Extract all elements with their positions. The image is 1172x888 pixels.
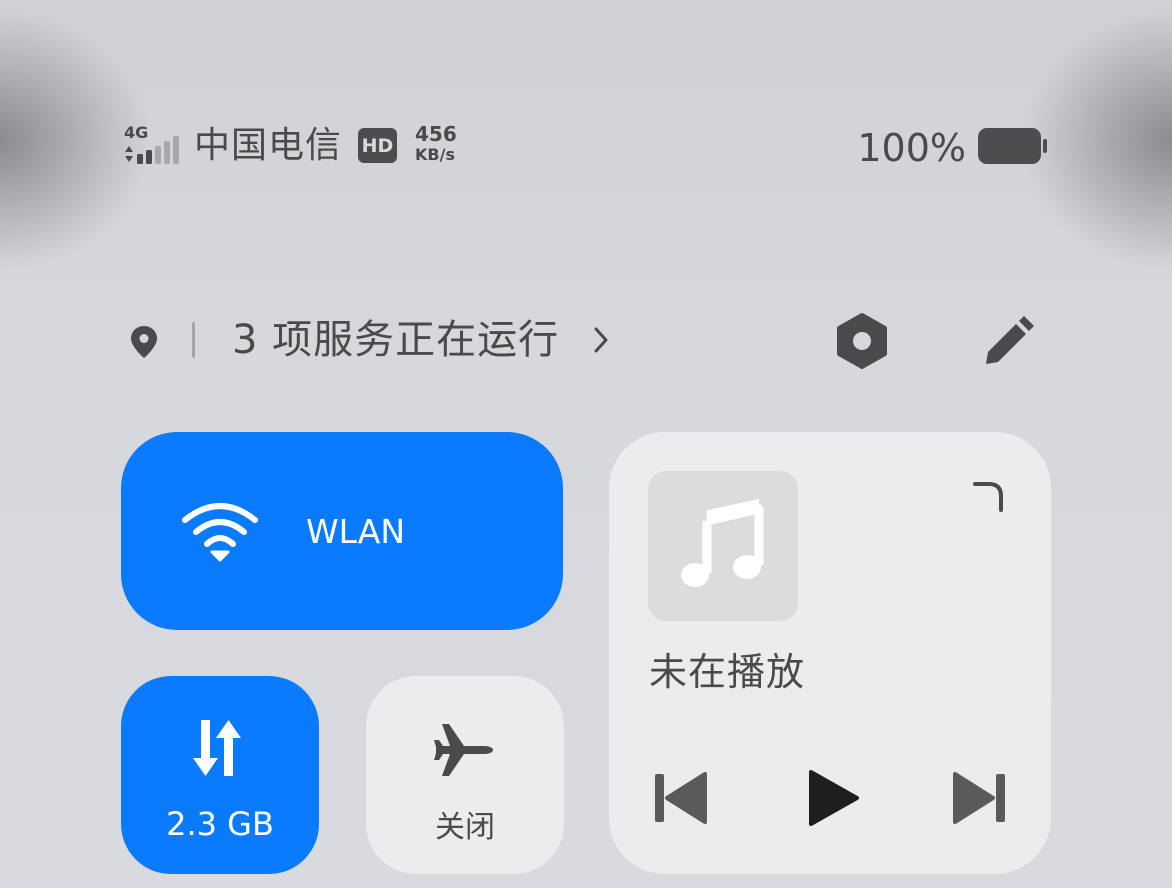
network-speed: 456 KB/s: [415, 123, 475, 165]
edit-icon[interactable]: [982, 314, 1036, 368]
wlan-toggle-tile[interactable]: WLAN: [121, 432, 563, 630]
battery-icon: [978, 128, 1047, 164]
data-transfer-icon: [193, 720, 241, 776]
expand-icon[interactable]: [971, 478, 1007, 514]
media-player-card[interactable]: 未在播放: [609, 432, 1051, 874]
cellular-signal: 4G: [124, 124, 186, 166]
location-icon[interactable]: [128, 324, 160, 360]
wifi-icon: [182, 503, 258, 562]
signal-bars-icon: [125, 136, 179, 164]
play-icon[interactable]: [807, 768, 861, 828]
airplane-icon: [434, 724, 493, 776]
previous-icon[interactable]: [651, 770, 709, 826]
chevron-right-icon[interactable]: [592, 324, 610, 356]
music-note-icon: [681, 499, 764, 587]
wlan-label: WLAN: [306, 512, 406, 551]
speed-value: 456: [415, 122, 457, 146]
mobile-data-tile[interactable]: 2.3 GB: [121, 676, 319, 874]
status-bar: 4G 中国电信 HD 456 KB/s 100%: [0, 0, 1172, 200]
airplane-mode-label: 关闭: [435, 810, 495, 845]
playback-status: 未在播放: [649, 650, 806, 694]
speed-unit: KB/s: [415, 145, 455, 164]
running-services-text[interactable]: 3 项服务正在运行: [232, 314, 559, 366]
settings-icon[interactable]: [834, 312, 890, 370]
airplane-mode-tile[interactable]: 关闭: [366, 676, 564, 874]
hd-badge: HD: [358, 128, 397, 163]
battery-percent: 100%: [857, 126, 966, 170]
carrier-name: 中国电信: [194, 125, 343, 166]
next-icon[interactable]: [951, 770, 1009, 826]
divider: [192, 322, 195, 358]
services-row: 3 项服务正在运行: [0, 300, 1172, 390]
data-usage-label: 2.3 GB: [166, 805, 274, 843]
album-art: [648, 471, 798, 621]
